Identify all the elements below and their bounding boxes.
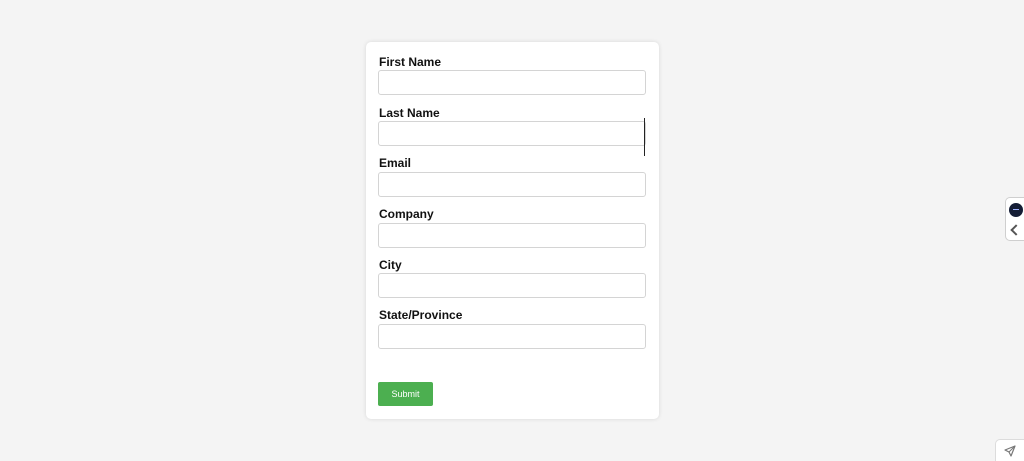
state-province-field[interactable]: [378, 324, 646, 349]
company-field[interactable]: [378, 223, 646, 248]
email-label: Email: [379, 156, 412, 170]
first-name-field[interactable]: [378, 70, 646, 95]
city-field[interactable]: [378, 273, 646, 298]
side-panel-widget: [1005, 197, 1024, 241]
page: First Name Last Name Email Company City …: [0, 0, 1024, 461]
city-label: City: [379, 258, 402, 272]
last-name-label: Last Name: [379, 106, 440, 120]
email-field[interactable]: [378, 172, 646, 197]
text-cursor: [644, 118, 645, 156]
submit-button[interactable]: Submit: [378, 382, 433, 406]
company-label: Company: [379, 207, 434, 221]
last-name-field[interactable]: [378, 121, 646, 146]
rocket-icon: [1004, 445, 1016, 457]
app-logo-icon[interactable]: [1009, 203, 1023, 217]
corner-launcher[interactable]: [995, 439, 1024, 461]
chevron-left-icon[interactable]: [1010, 224, 1022, 236]
contact-form: First Name Last Name Email Company City …: [366, 42, 659, 419]
state-province-label: State/Province: [379, 308, 463, 322]
first-name-label: First Name: [379, 55, 442, 69]
